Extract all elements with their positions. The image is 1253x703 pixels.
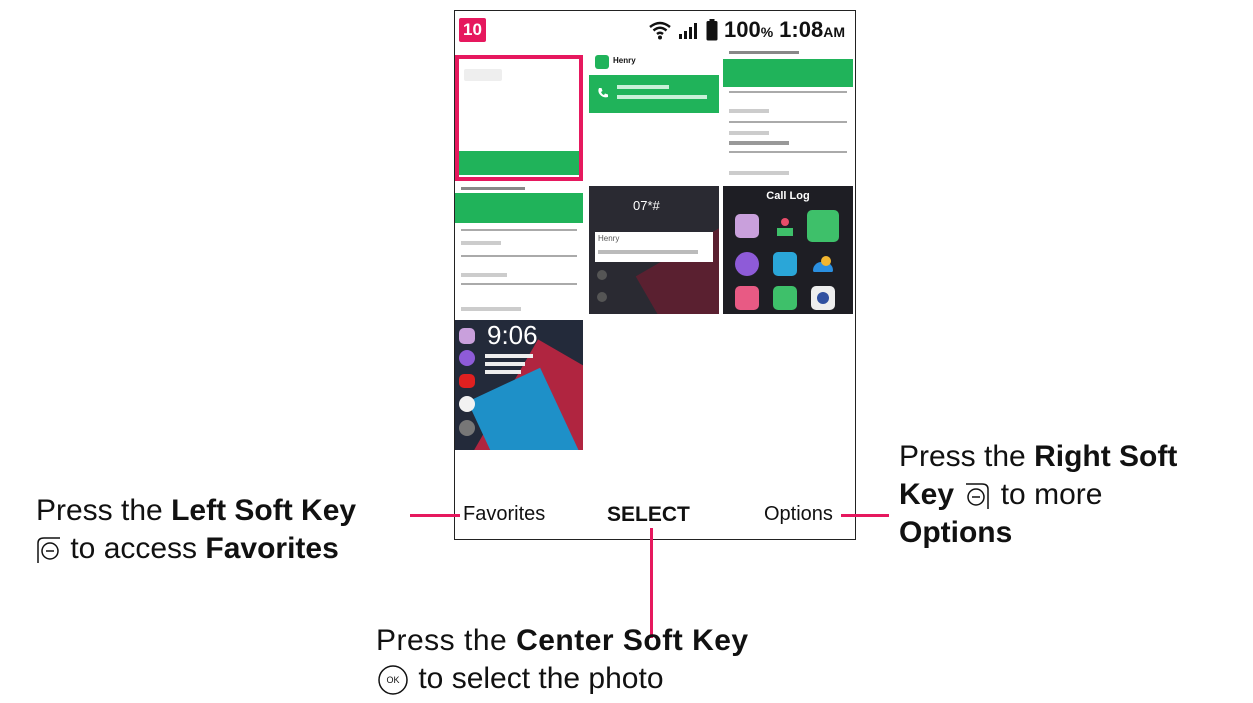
right-annotation: Press the Right Soft Key to more Options — [899, 438, 1249, 552]
left-annotation: Press the Left Soft Key to access Favori… — [36, 492, 416, 568]
photo-thumbnail-4[interactable] — [455, 185, 583, 317]
messages-app-icon — [773, 286, 797, 310]
contact-name: Henry — [613, 56, 636, 65]
dialer-contact-name: Henry — [598, 234, 620, 243]
notification-count-badge: 10 — [459, 18, 486, 42]
phone-screen: 10 100% 1:08AM Henry 07*# Henry Call Log… — [454, 10, 856, 540]
left-softkey-label[interactable]: Favorites — [463, 503, 545, 526]
left-annotation-key: Left Soft Key — [171, 494, 357, 527]
center-softkey-label[interactable]: SELECT — [607, 503, 690, 527]
signal-icon — [679, 23, 697, 39]
right-softkey-icon — [966, 483, 990, 510]
right-annotation-key-1: Right Soft — [1034, 440, 1178, 473]
weather-app-icon — [811, 252, 835, 276]
wifi-icon — [649, 21, 671, 40]
right-annotation-suffix: to more — [992, 478, 1103, 511]
camera-app-icon — [811, 286, 835, 310]
files-app-icon — [773, 252, 797, 276]
right-softkey-label[interactable]: Options — [764, 503, 833, 526]
status-indicators: 100% 1:08AM — [648, 17, 845, 43]
gallery-app-icon — [735, 286, 759, 310]
contacts-app-icon — [735, 214, 759, 238]
ok-key-label: OK — [386, 675, 399, 685]
person-app-icon — [773, 214, 797, 238]
phone-app-icon — [807, 210, 839, 242]
left-annotation-target: Favorites — [205, 532, 339, 565]
battery-level: 100 — [724, 17, 761, 42]
left-leader-line — [410, 514, 460, 517]
center-annotation-suffix: to select the photo — [410, 662, 664, 695]
battery-unit: % — [760, 24, 774, 40]
clock-ampm: AM — [823, 24, 845, 40]
photo-thumbnail-1[interactable] — [455, 55, 583, 181]
center-annotation-key: Center Soft Key — [516, 624, 749, 657]
right-annotation-target: Options — [899, 516, 1013, 549]
battery-icon — [706, 19, 718, 41]
ok-key-icon: OK — [378, 665, 408, 695]
right-leader-line — [841, 514, 889, 517]
photo-thumbnail-7[interactable]: 9:06 — [455, 320, 583, 450]
left-softkey-icon — [37, 537, 60, 564]
dialer-entry: 07*# — [633, 198, 660, 213]
right-annotation-key-2: Key — [899, 478, 955, 511]
photo-thumbnail-3[interactable] — [723, 51, 853, 186]
center-annotation: Press the Center Soft Key OK to select t… — [376, 622, 876, 698]
phone-icon — [598, 88, 608, 98]
left-annotation-suffix: to access — [62, 532, 206, 565]
right-annotation-prefix: Press the — [899, 440, 1035, 473]
photo-thumbnail-6[interactable]: Call Log — [723, 186, 853, 314]
left-annotation-prefix: Press the — [36, 494, 172, 527]
lockscreen-time: 9:06 — [487, 320, 538, 350]
call-log-title: Call Log — [766, 190, 810, 202]
center-annotation-prefix: Press the — [376, 624, 517, 657]
browser-app-icon — [735, 252, 759, 276]
photo-thumbnail-2[interactable]: Henry — [589, 51, 719, 183]
photo-thumbnail-5[interactable]: 07*# Henry — [589, 186, 719, 314]
clock-time: 1:08 — [779, 17, 824, 42]
status-bar: 10 100% 1:08AM — [455, 11, 855, 49]
